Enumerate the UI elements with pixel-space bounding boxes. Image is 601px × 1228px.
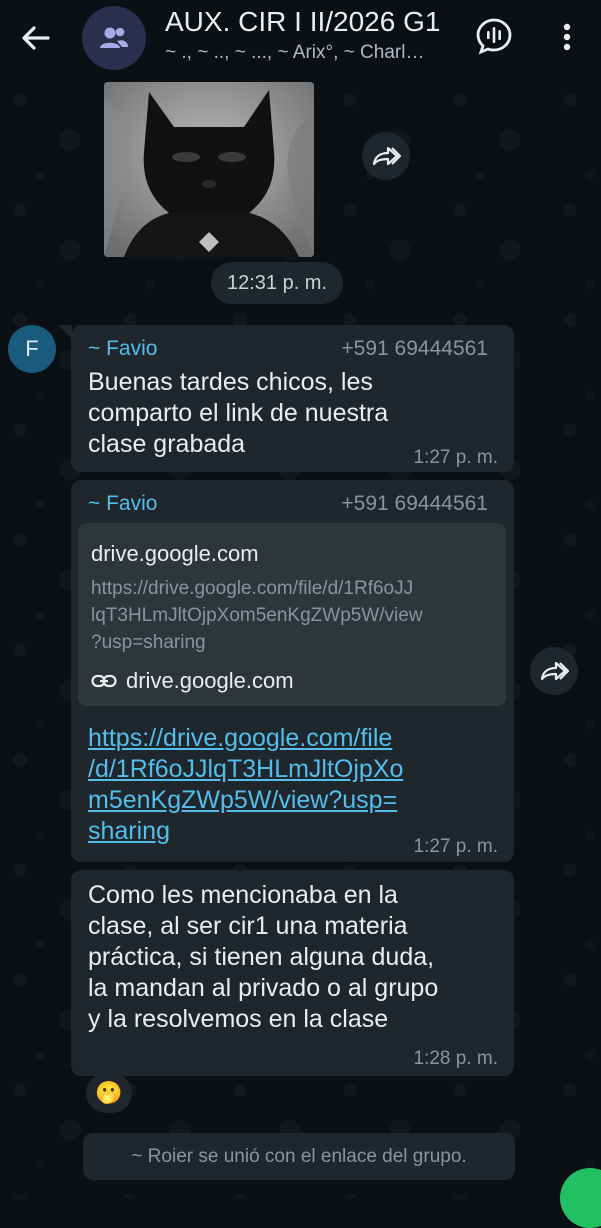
- message-bubble[interactable]: ~ Favio +591 69444561 Buenas tardes chic…: [71, 325, 514, 472]
- text-line: comparto el link de nuestra: [88, 399, 389, 427]
- text-line: Como les mencionaba en la: [88, 881, 398, 909]
- group-avatar[interactable]: [82, 6, 146, 70]
- bubble-tail: [58, 325, 72, 339]
- image-time-label: 12:31 p. m.: [211, 262, 343, 304]
- message-time: 1:27 p. m.: [413, 836, 499, 857]
- text-line: práctica, si tienen alguna duda,: [88, 943, 435, 971]
- sender-phone: +591 69444561: [341, 492, 488, 515]
- image-message[interactable]: [104, 82, 314, 257]
- text-line: la mandan al privado o al grupo: [88, 974, 439, 1002]
- sender-name[interactable]: ~ Favio: [88, 337, 157, 361]
- link-icon: [91, 674, 117, 688]
- link-preview-url: https://drive.google.com/file/d/1Rf6oJJ …: [91, 575, 496, 656]
- link-message-bubble[interactable]: ~ Favio +591 69444561 drive.google.com h…: [71, 480, 514, 862]
- link-line[interactable]: m5enKgZWp5W/view?usp=: [88, 785, 468, 816]
- text-line: Buenas tardes chicos, les: [88, 368, 373, 396]
- more-vert-icon: [563, 23, 571, 51]
- url-line: https://drive.google.com/file/d/1Rf6oJJ: [91, 578, 414, 599]
- message-bubble[interactable]: Como les mencionaba en la clase, al ser …: [71, 870, 514, 1076]
- link-line[interactable]: https://drive.google.com/file: [88, 723, 468, 754]
- message-reaction[interactable]: 🫢: [86, 1073, 132, 1113]
- group-avatar-icon: [100, 27, 128, 48]
- arrow-left-icon: [22, 26, 50, 50]
- voice-call-button[interactable]: [474, 16, 514, 56]
- sender-name[interactable]: ~ Favio: [88, 492, 157, 516]
- cat-photo: [104, 82, 314, 257]
- link-line[interactable]: /d/1Rf6oJJlqT3HLmJltOjpXo: [88, 754, 468, 785]
- sender-avatar[interactable]: F: [8, 325, 56, 373]
- text-line: clase, al ser cir1 una materia: [88, 912, 408, 940]
- text-line: y la resolvemos en la clase: [88, 1005, 389, 1033]
- link-preview-domain: drive.google.com: [126, 668, 294, 693]
- link-preview-card[interactable]: drive.google.com https://drive.google.co…: [78, 523, 506, 706]
- forward-button[interactable]: [362, 132, 410, 180]
- forward-icon: [372, 146, 401, 166]
- chat-participants[interactable]: ~ ., ~ .., ~ ..., ~ Arix°, ~ Charl…: [165, 42, 455, 64]
- message-time: 1:27 p. m.: [413, 447, 499, 468]
- system-notice: ~ Roier se unió con el enlace del grupo.: [83, 1133, 515, 1180]
- message-text: Buenas tardes chicos, les comparto el li…: [88, 367, 388, 460]
- message-text: Como les mencionaba en la clase, al ser …: [88, 880, 438, 1035]
- voice-call-icon: [476, 18, 512, 55]
- forward-button[interactable]: [530, 647, 578, 695]
- message-time: 1:28 p. m.: [413, 1048, 499, 1069]
- url-line: lqT3HLmJltOjpXom5enKgZWp5W/view: [91, 605, 423, 626]
- back-button[interactable]: [16, 18, 56, 58]
- more-options-button[interactable]: [552, 18, 582, 58]
- message-link[interactable]: https://drive.google.com/file /d/1Rf6oJJ…: [88, 723, 468, 847]
- text-line: clase grabada: [88, 430, 246, 458]
- link-line[interactable]: sharing: [88, 816, 468, 847]
- chat-header: AUX. CIR I II/2026 G1 ~ ., ~ .., ~ ..., …: [0, 0, 601, 80]
- sender-phone: +591 69444561: [341, 337, 488, 360]
- chat-title[interactable]: AUX. CIR I II/2026 G1: [165, 6, 440, 38]
- url-line: ?usp=sharing: [91, 632, 206, 653]
- link-preview-title: drive.google.com: [91, 541, 259, 566]
- forward-icon: [540, 661, 569, 681]
